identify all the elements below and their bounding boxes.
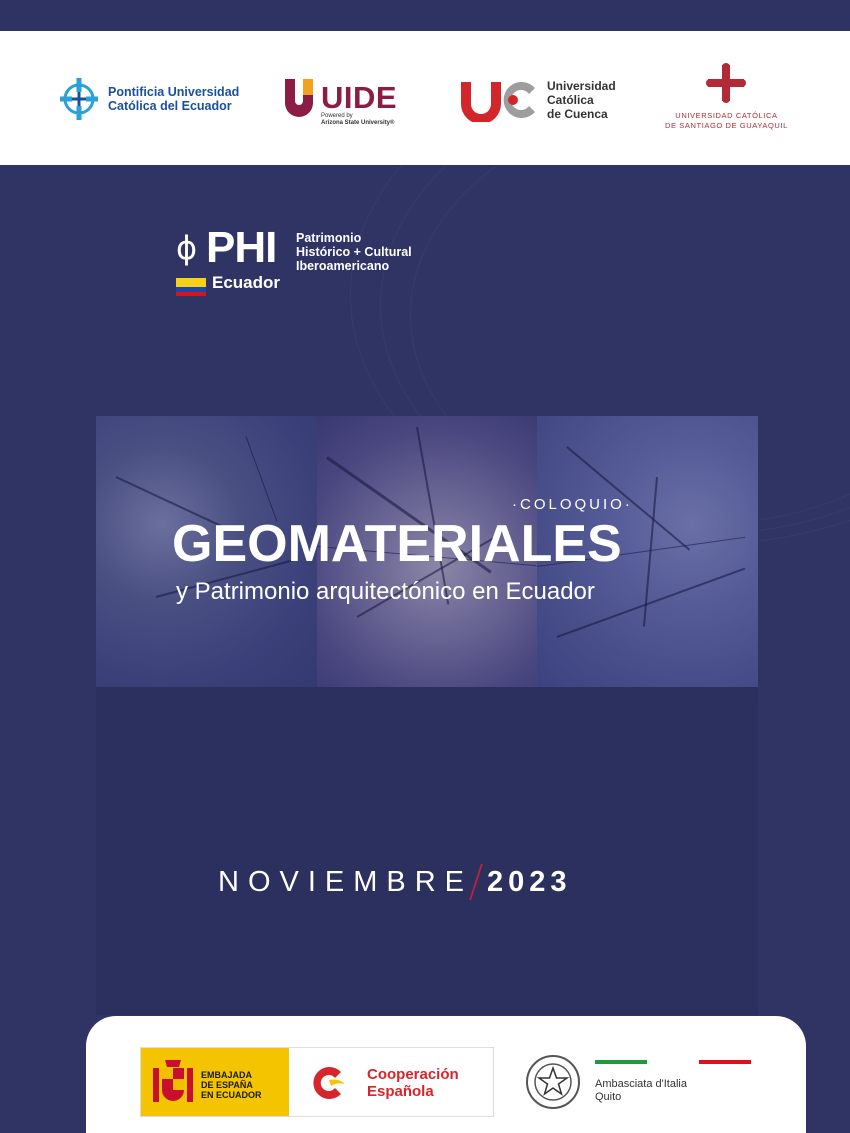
event-title: GEOMATERIALES — [172, 515, 622, 573]
logo-uide: UIDE Powered by Arizona State University… — [283, 77, 398, 126]
ucc-emblem-icon — [461, 82, 535, 122]
ucc-line-1: Universidad — [547, 79, 616, 93]
event-date: NOVIEMBRE 2023 — [218, 864, 572, 900]
event-kicker: ·COLOQUIO· — [512, 496, 633, 513]
puce-line-2: Católica del Ecuador — [108, 99, 232, 113]
cooperacion-line-2: Española — [367, 1083, 434, 1100]
italy-line-1: Ambasciata d'Italia — [595, 1078, 687, 1090]
uide-wordmark: UIDE — [321, 80, 398, 115]
italy-emblem-icon — [526, 1055, 580, 1109]
spain-embassy-line-3: EN ECUADOR — [201, 1090, 262, 1100]
event-month: NOVIEMBRE — [218, 866, 474, 898]
ucc-line-3: de Cuenca — [547, 107, 608, 121]
phi-logo: ϕ PHI Patrimonio Histórico + Cultural Ib… — [176, 223, 446, 298]
phi-tagline-2: Histórico + Cultural — [296, 245, 412, 259]
phi-tagline-1: Patrimonio — [296, 231, 362, 245]
cooperacion-c-icon — [313, 1067, 345, 1099]
spain-coat-of-arms-icon — [153, 1060, 193, 1102]
phi-tagline-3: Iberoamericano — [296, 259, 390, 273]
logo-puce: Pontificia Universidad Católica del Ecua… — [58, 76, 239, 122]
uide-u-icon — [285, 79, 313, 117]
logo-ucc: Universidad Católica de Cuenca — [459, 78, 616, 122]
cooperacion-block: Cooperación Española — [289, 1048, 493, 1116]
italy-line-2: Quito — [595, 1091, 622, 1103]
top-border — [0, 0, 850, 31]
spain-embassy-line-2: DE ESPAÑA — [201, 1080, 253, 1090]
uide-sub-1: Powered by — [321, 113, 353, 119]
puce-line-1: Pontificia Universidad — [108, 85, 240, 99]
event-subtitle: y Patrimonio arquitectónico en Ecuador — [176, 578, 595, 605]
phi-country: Ecuador — [212, 273, 281, 292]
spain-embassy-block: EMBAJADA DE ESPAÑA EN ECUADOR — [141, 1048, 289, 1116]
logo-ucsg: UNIVERSIDAD CATÓLICA DE SANTIAGO DE GUAY… — [665, 63, 788, 131]
ucsg-line-1: UNIVERSIDAD CATÓLICA — [675, 111, 778, 120]
phi-acronym: PHI — [206, 223, 277, 272]
puce-crest-icon — [60, 78, 98, 120]
ecuador-flag-icon — [176, 278, 206, 296]
logo-italy-embassy: Ambasciata d'Italia Quito — [525, 1050, 755, 1116]
event-year: 2023 — [487, 866, 572, 898]
ucsg-cross-icon — [706, 63, 747, 103]
italy-tricolor-bar — [595, 1060, 751, 1064]
uide-sub-2: Arizona State University® — [321, 120, 395, 126]
logo-spain-cooperation: EMBAJADA DE ESPAÑA EN ECUADOR Cooperació… — [140, 1047, 494, 1117]
ucsg-line-2: DE SANTIAGO DE GUAYAQUIL — [665, 121, 788, 130]
spain-embassy-line-1: EMBAJADA — [201, 1070, 253, 1080]
cooperacion-line-1: Cooperación — [367, 1066, 459, 1083]
ucc-line-2: Católica — [547, 93, 594, 107]
phi-symbol: ϕ — [176, 229, 198, 267]
